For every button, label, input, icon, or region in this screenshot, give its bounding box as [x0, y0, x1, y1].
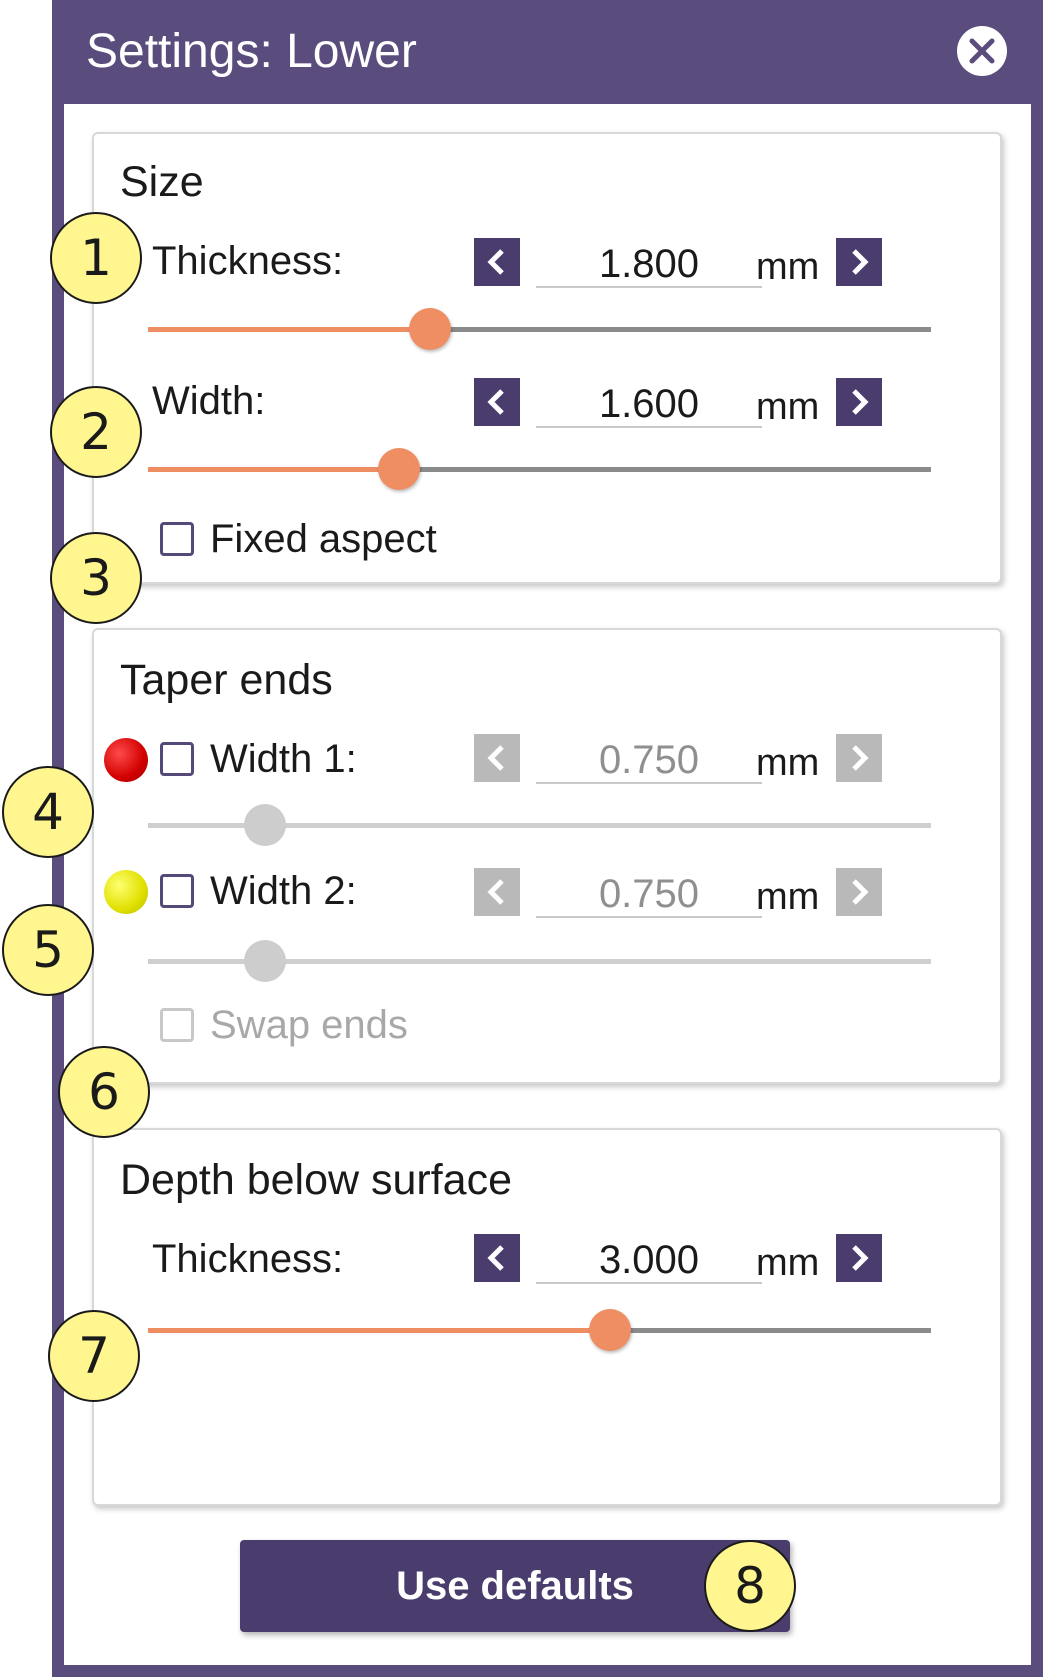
width2-increase-button[interactable] [836, 868, 882, 916]
width1-decrease-button[interactable] [474, 734, 520, 782]
chevron-right-icon [852, 389, 869, 415]
chevron-right-icon [852, 249, 869, 275]
chevron-left-icon [487, 249, 504, 275]
swap-ends-label: Swap ends [210, 1003, 408, 1047]
width2-input[interactable] [536, 872, 762, 918]
width-slider-thumb[interactable] [377, 448, 420, 490]
callout-8: 8 [704, 1540, 796, 1632]
taper-ends-title: Taper ends [120, 656, 333, 704]
width-slider-fill [148, 467, 399, 472]
width2-unit: mm [756, 876, 820, 918]
width2-decrease-button[interactable] [474, 868, 520, 916]
taper-ends-group: Taper ends Width 1: mm Width 2: mm [92, 628, 1002, 1084]
thickness-slider-thumb[interactable] [408, 308, 451, 350]
width2-checkbox[interactable] [160, 874, 194, 908]
depth-thickness-slider-fill [148, 1328, 610, 1333]
width1-increase-button[interactable] [836, 734, 882, 782]
callout-7: 7 [48, 1310, 140, 1402]
width1-slider[interactable] [148, 804, 931, 846]
width1-unit: mm [756, 742, 820, 784]
fixed-aspect-checkbox[interactable] [160, 522, 194, 556]
callout-1: 1 [50, 212, 142, 304]
thickness-decrease-button[interactable] [474, 238, 520, 286]
depth-thickness-slider-thumb[interactable] [588, 1309, 631, 1351]
depth-group: Depth below surface Thickness: mm [92, 1128, 1002, 1506]
settings-window: Settings: Lower Size Thickness: mm [52, 0, 1043, 1677]
close-icon [969, 38, 995, 64]
width1-input[interactable] [536, 738, 762, 784]
depth-group-title: Depth below surface [120, 1156, 512, 1204]
callout-5: 5 [2, 904, 94, 996]
thickness-unit: mm [756, 246, 820, 288]
depth-thickness-input[interactable] [536, 1238, 762, 1284]
callout-4: 4 [2, 766, 94, 858]
chevron-right-icon [852, 879, 869, 905]
width-input[interactable] [536, 382, 762, 428]
chevron-left-icon [487, 389, 504, 415]
thickness-increase-button[interactable] [836, 238, 882, 286]
depth-thickness-decrease-button[interactable] [474, 1234, 520, 1282]
depth-thickness-label: Thickness: [152, 1237, 344, 1281]
callout-6: 6 [58, 1046, 150, 1138]
width2-label: Width 2: [210, 869, 357, 913]
width-slider[interactable] [148, 448, 931, 490]
width-increase-button[interactable] [836, 378, 882, 426]
width2-slider-thumb[interactable] [244, 940, 287, 982]
width1-checkbox[interactable] [160, 742, 194, 776]
thickness-label: Thickness: [152, 239, 344, 283]
chevron-right-icon [852, 745, 869, 771]
title-bar: Settings: Lower [52, 0, 1043, 104]
window-title: Settings: Lower [86, 25, 417, 78]
depth-thickness-slider[interactable] [148, 1309, 931, 1351]
red-end-marker-icon [104, 738, 148, 782]
depth-thickness-increase-button[interactable] [836, 1234, 882, 1282]
thickness-slider-fill [148, 327, 430, 332]
width-label: Width: [152, 379, 266, 423]
width1-label: Width 1: [210, 737, 357, 781]
chevron-left-icon [487, 745, 504, 771]
callout-3: 3 [50, 532, 142, 624]
width-unit: mm [756, 386, 820, 428]
close-button[interactable] [957, 26, 1007, 76]
width1-slider-thumb[interactable] [244, 804, 287, 846]
size-group-title: Size [120, 158, 204, 206]
swap-ends-checkbox[interactable] [160, 1008, 194, 1042]
depth-thickness-unit: mm [756, 1242, 820, 1284]
fixed-aspect-label: Fixed aspect [210, 517, 437, 561]
chevron-left-icon [487, 879, 504, 905]
width-decrease-button[interactable] [474, 378, 520, 426]
callout-2: 2 [50, 386, 142, 478]
thickness-slider[interactable] [148, 308, 931, 350]
yellow-end-marker-icon [104, 870, 148, 914]
thickness-input[interactable] [536, 242, 762, 288]
width2-slider[interactable] [148, 940, 931, 982]
chevron-left-icon [487, 1245, 504, 1271]
settings-content: Size Thickness: mm Width: mm [64, 104, 1031, 1665]
chevron-right-icon [852, 1245, 869, 1271]
size-group: Size Thickness: mm Width: mm [92, 132, 1002, 584]
